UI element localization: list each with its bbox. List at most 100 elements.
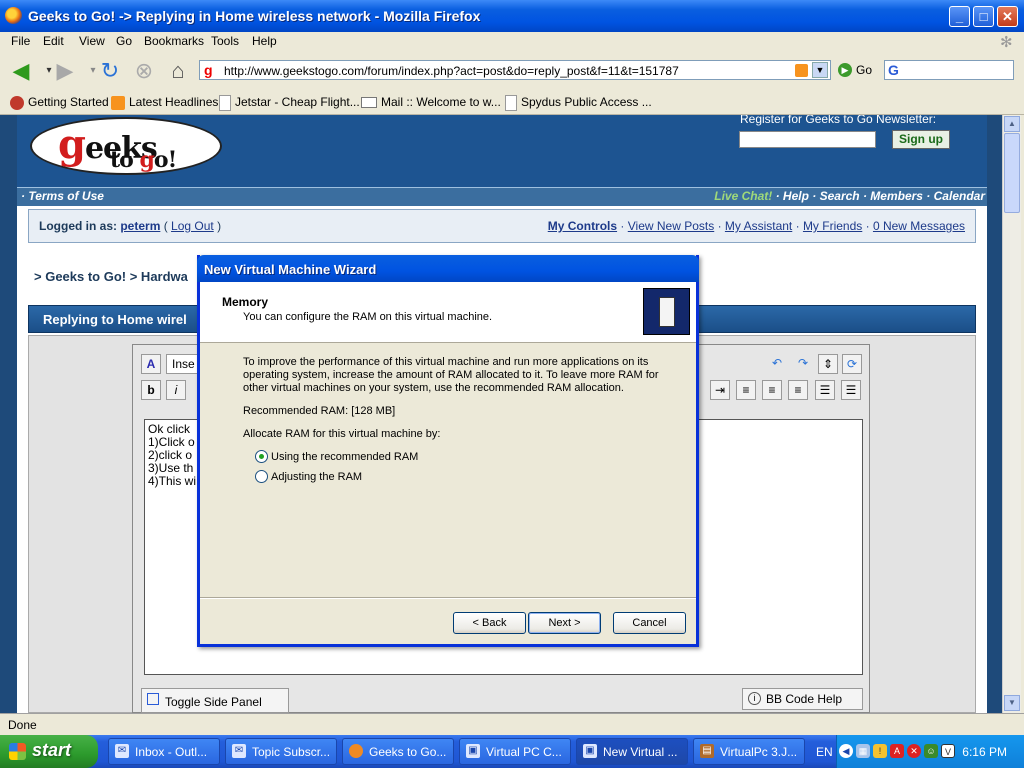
ati-icon[interactable]: A bbox=[890, 744, 904, 758]
align-left-icon[interactable]: ≡ bbox=[736, 380, 756, 400]
menu-file[interactable]: File bbox=[11, 34, 30, 48]
numbered-list-icon[interactable]: ☰ bbox=[815, 380, 835, 400]
back-button[interactable]: < Back bbox=[453, 612, 526, 634]
radio-adjust-ram[interactable] bbox=[255, 470, 268, 483]
my-friends-link[interactable]: My Friends bbox=[803, 219, 862, 233]
scroll-up-icon[interactable]: ▲ bbox=[1004, 116, 1020, 132]
mail-icon bbox=[361, 97, 377, 109]
scroll-down-icon[interactable]: ▼ bbox=[1004, 695, 1020, 711]
stop-icon[interactable]: ⊗ bbox=[131, 58, 157, 84]
menu-view[interactable]: View bbox=[79, 34, 105, 48]
bold-icon[interactable]: b bbox=[141, 380, 161, 400]
insert-dropdown[interactable]: Inse bbox=[166, 354, 200, 374]
cancel-button[interactable]: Cancel bbox=[613, 612, 686, 634]
menu-help[interactable]: Help bbox=[252, 34, 277, 48]
menu-tools[interactable]: Tools bbox=[211, 34, 239, 48]
bookmark-item[interactable]: Getting Started bbox=[10, 95, 109, 110]
username-link[interactable]: peterm bbox=[120, 219, 160, 233]
dialog-heading: Memory bbox=[222, 295, 269, 309]
switch-mode-icon[interactable]: ⟳ bbox=[842, 354, 862, 374]
start-button[interactable]: start bbox=[0, 735, 98, 768]
radio-recommended-ram[interactable] bbox=[255, 450, 268, 463]
go-icon: ▶ bbox=[838, 62, 852, 77]
allocate-label: Allocate RAM for this virtual machine by… bbox=[243, 428, 441, 440]
minimize-button[interactable]: _ bbox=[949, 6, 970, 27]
status-text: Done bbox=[8, 718, 37, 732]
taskbar-item-wizard[interactable]: ▣ New Virtual ... bbox=[576, 738, 688, 765]
logout-link[interactable]: Log Out bbox=[171, 219, 214, 233]
new-virtual-machine-wizard: New Virtual Machine Wizard Memory You ca… bbox=[197, 255, 699, 647]
reload-icon[interactable]: ↻ bbox=[97, 58, 123, 84]
page-scrollbar[interactable]: ▲ ▼ bbox=[1002, 115, 1021, 713]
user-bar: Logged in as: peterm ( Log Out ) My Cont… bbox=[28, 209, 976, 243]
terms-of-use-link[interactable]: · Terms of Use bbox=[21, 189, 104, 203]
antivirus-icon[interactable]: ✕ bbox=[907, 744, 921, 758]
taskbar-item-virtualpc[interactable]: ▣ Virtual PC C... bbox=[459, 738, 571, 765]
navigation-toolbar: ◀ ▾ ▶ ▾ ↻ ⊗ ⌂ g http://www.geekstogo.com… bbox=[0, 52, 1024, 90]
site-logo[interactable]: geeks to go! bbox=[30, 117, 222, 175]
bullet-list-icon[interactable]: ☰ bbox=[841, 380, 861, 400]
server-icon bbox=[643, 288, 690, 335]
forward-icon[interactable]: ▶ bbox=[52, 58, 78, 84]
toggle-side-panel-button[interactable]: Toggle Side Panel bbox=[141, 688, 289, 713]
site-nav-links[interactable]: · Help · Search · Members · Calendar bbox=[772, 189, 985, 203]
go-button[interactable]: ▶ Go bbox=[838, 62, 872, 77]
search-input[interactable]: G bbox=[884, 60, 1014, 80]
signup-button[interactable]: Sign up bbox=[892, 130, 950, 149]
back-icon[interactable]: ◀ bbox=[8, 58, 34, 84]
url-bar[interactable]: g http://www.geekstogo.com/forum/index.p… bbox=[199, 60, 831, 80]
tray-expand-icon[interactable]: ◀ bbox=[839, 744, 853, 758]
bookmark-item[interactable]: Latest Headlines bbox=[111, 95, 218, 110]
italic-icon[interactable]: i bbox=[166, 380, 186, 400]
redo-icon[interactable]: ↷ bbox=[793, 354, 813, 374]
google-search-icon[interactable]: G bbox=[888, 62, 899, 78]
my-controls-link[interactable]: My Controls bbox=[548, 219, 617, 233]
menu-bookmarks[interactable]: Bookmarks bbox=[144, 34, 204, 48]
description-line: other virtual machines on your system, u… bbox=[243, 382, 624, 394]
page-icon bbox=[219, 95, 231, 111]
home-icon[interactable]: ⌂ bbox=[165, 58, 191, 84]
window-titlebar[interactable]: Geeks to Go! -> Replying in Home wireles… bbox=[0, 0, 1024, 32]
next-button[interactable]: Next > bbox=[528, 612, 601, 634]
resize-icon[interactable]: ⇕ bbox=[818, 354, 838, 374]
menu-edit[interactable]: Edit bbox=[43, 34, 64, 48]
menu-go[interactable]: Go bbox=[116, 34, 132, 48]
view-new-posts-link[interactable]: View New Posts bbox=[628, 219, 714, 233]
indent-icon[interactable]: ⇥ bbox=[710, 380, 730, 400]
taskbar-item-firefox[interactable]: Geeks to Go... bbox=[342, 738, 454, 765]
system-tray: ◀ ▦ ! A ✕ ☺ V 6:16 PM bbox=[836, 735, 1024, 768]
users-icon[interactable]: ☺ bbox=[924, 744, 938, 758]
breadcrumb[interactable]: > Geeks to Go! > Hardwa bbox=[34, 269, 188, 284]
font-icon[interactable]: A bbox=[141, 354, 161, 374]
align-right-icon[interactable]: ≡ bbox=[788, 380, 808, 400]
taskbar-item-topic[interactable]: ✉ Topic Subscr... bbox=[225, 738, 337, 765]
radio-adjust-label[interactable]: Adjusting the RAM bbox=[271, 471, 362, 483]
new-messages-link[interactable]: 0 New Messages bbox=[873, 219, 965, 233]
firefox-icon bbox=[5, 7, 22, 24]
maximize-button[interactable]: □ bbox=[973, 6, 994, 27]
bbcode-help-button[interactable]: i BB Code Help bbox=[742, 688, 863, 710]
taskbar-item-winrar[interactable]: ▤ VirtualPc 3.J... bbox=[693, 738, 805, 765]
align-center-icon[interactable]: ≡ bbox=[762, 380, 782, 400]
dialog-titlebar[interactable]: New Virtual Machine Wizard bbox=[197, 255, 699, 282]
close-button[interactable]: ✕ bbox=[997, 6, 1018, 27]
undo-icon[interactable]: ↶ bbox=[767, 354, 787, 374]
rss-feed-icon[interactable] bbox=[795, 64, 808, 77]
taskbar-item-inbox[interactable]: ✉ Inbox - Outl... bbox=[108, 738, 220, 765]
bookmark-item[interactable]: Mail :: Welcome to w... bbox=[361, 95, 501, 109]
newsletter-email-input[interactable] bbox=[739, 131, 876, 148]
url-dropdown-icon[interactable]: ▼ bbox=[812, 62, 828, 78]
bookmark-item[interactable]: Spydus Public Access ... bbox=[505, 95, 652, 111]
my-assistant-link[interactable]: My Assistant bbox=[725, 219, 792, 233]
language-indicator[interactable]: EN bbox=[816, 745, 833, 759]
firefox-icon bbox=[10, 95, 24, 110]
status-bar: Done bbox=[0, 713, 1024, 736]
live-chat-link[interactable]: Live Chat! bbox=[714, 189, 772, 203]
bookmark-item[interactable]: Jetstar - Cheap Flight... bbox=[219, 95, 360, 111]
security-shield-icon[interactable]: ! bbox=[873, 744, 887, 758]
network-icon[interactable]: ▦ bbox=[856, 744, 870, 758]
radio-recommended-label[interactable]: Using the recommended RAM bbox=[271, 451, 418, 463]
virtualpc-tray-icon[interactable]: V bbox=[941, 744, 955, 758]
scroll-thumb[interactable] bbox=[1004, 133, 1020, 213]
site-favicon-icon: g bbox=[204, 62, 213, 78]
